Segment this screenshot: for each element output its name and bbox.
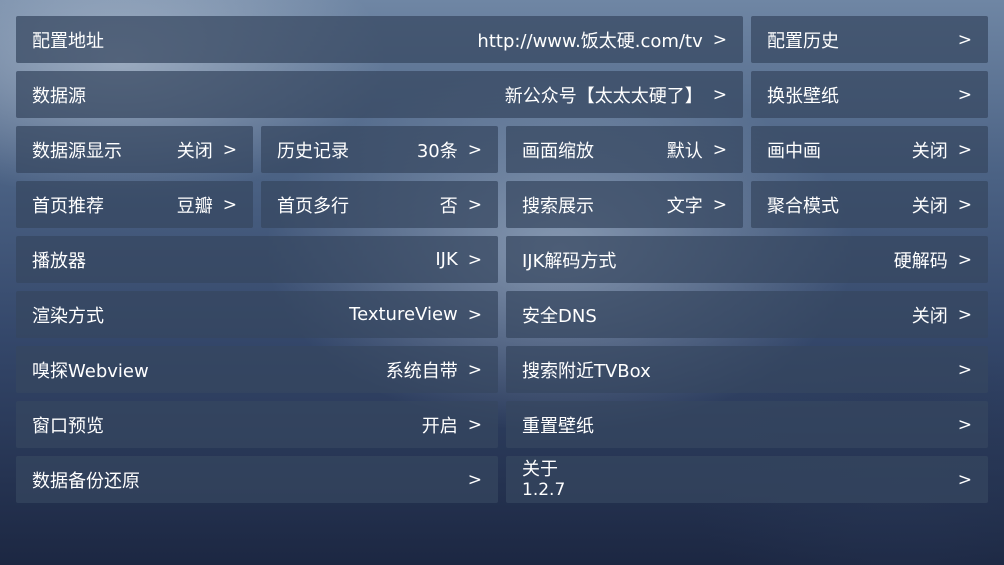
reset-wallpaper-label: 重置壁纸	[522, 415, 594, 437]
ijk-decode-label: IJK解码方式	[522, 250, 617, 272]
scale-item[interactable]: 画面缩放 默认 >	[506, 126, 743, 173]
chevron-right-icon: >	[957, 29, 972, 50]
config-url-value: http://www.饭太硬.com/tv	[477, 30, 703, 52]
player-value: IJK	[435, 249, 458, 270]
chevron-right-icon: >	[957, 249, 972, 270]
home-multiline-value: 否	[439, 195, 458, 217]
chevron-right-icon: >	[957, 469, 972, 490]
about-label: 关于	[522, 458, 558, 480]
window-preview-value: 开启	[421, 415, 458, 437]
chevron-right-icon: >	[467, 469, 482, 490]
config-url-item[interactable]: 配置地址 http://www.饭太硬.com/tv >	[16, 16, 743, 63]
chevron-right-icon: >	[957, 139, 972, 160]
chevron-right-icon: >	[712, 29, 727, 50]
source-display-item[interactable]: 数据源显示 关闭 >	[16, 126, 253, 173]
chevron-right-icon: >	[467, 194, 482, 215]
chevron-right-icon: >	[467, 249, 482, 270]
chevron-right-icon: >	[712, 139, 727, 160]
data-source-item[interactable]: 数据源 新公众号【太太太硬了】 >	[16, 71, 743, 118]
chevron-right-icon: >	[222, 139, 237, 160]
chevron-right-icon: >	[712, 84, 727, 105]
history-value: 30条	[416, 140, 458, 162]
home-recommend-value: 豆瓣	[176, 195, 213, 217]
backup-restore-label: 数据备份还原	[32, 470, 140, 492]
home-multiline-label: 首页多行	[277, 195, 349, 217]
home-recommend-item[interactable]: 首页推荐 豆瓣 >	[16, 181, 253, 228]
chevron-right-icon: >	[467, 414, 482, 435]
sniff-webview-label: 嗅探Webview	[32, 360, 149, 382]
ijk-decode-item[interactable]: IJK解码方式 硬解码 >	[506, 236, 988, 283]
player-item[interactable]: 播放器 IJK >	[16, 236, 498, 283]
config-history-item[interactable]: 配置历史 >	[751, 16, 988, 63]
sniff-webview-item[interactable]: 嗅探Webview 系统自带 >	[16, 346, 498, 393]
search-display-label: 搜索展示	[522, 195, 594, 217]
chevron-right-icon: >	[467, 139, 482, 160]
home-recommend-label: 首页推荐	[32, 195, 104, 217]
about-text: 关于 1.2.7	[522, 459, 565, 501]
render-mode-item[interactable]: 渲染方式 TextureView >	[16, 291, 498, 338]
config-url-label: 配置地址	[32, 30, 104, 52]
aggregate-mode-item[interactable]: 聚合模式 关闭 >	[751, 181, 988, 228]
chevron-right-icon: >	[957, 414, 972, 435]
settings-grid: 配置地址 http://www.饭太硬.com/tv > 配置历史 > 数据源 …	[16, 16, 988, 503]
sniff-webview-value: 系统自带	[385, 360, 458, 382]
chevron-right-icon: >	[957, 359, 972, 380]
chevron-right-icon: >	[957, 84, 972, 105]
search-nearby-item[interactable]: 搜索附近TVBox >	[506, 346, 988, 393]
scale-value: 默认	[666, 140, 703, 162]
history-item[interactable]: 历史记录 30条 >	[261, 126, 498, 173]
about-item[interactable]: 关于 1.2.7 >	[506, 456, 988, 503]
home-multiline-item[interactable]: 首页多行 否 >	[261, 181, 498, 228]
secure-dns-value: 关闭	[911, 305, 948, 327]
config-history-label: 配置历史	[767, 30, 839, 52]
secure-dns-label: 安全DNS	[522, 305, 597, 327]
ijk-decode-value: 硬解码	[893, 250, 948, 272]
change-wallpaper-item[interactable]: 换张壁纸 >	[751, 71, 988, 118]
chevron-right-icon: >	[467, 304, 482, 325]
player-label: 播放器	[32, 250, 86, 272]
data-source-label: 数据源	[32, 85, 86, 107]
backup-restore-item[interactable]: 数据备份还原 >	[16, 456, 498, 503]
render-mode-label: 渲染方式	[32, 305, 104, 327]
render-mode-value: TextureView	[349, 304, 458, 325]
aggregate-mode-value: 关闭	[911, 195, 948, 217]
aggregate-mode-label: 聚合模式	[767, 195, 839, 217]
pip-value: 关闭	[911, 140, 948, 162]
search-nearby-label: 搜索附近TVBox	[522, 360, 651, 382]
app-version: 1.2.7	[522, 479, 566, 500]
window-preview-label: 窗口预览	[32, 415, 104, 437]
reset-wallpaper-item[interactable]: 重置壁纸 >	[506, 401, 988, 448]
pip-label: 画中画	[767, 140, 821, 162]
chevron-right-icon: >	[957, 304, 972, 325]
chevron-right-icon: >	[712, 194, 727, 215]
source-display-label: 数据源显示	[32, 140, 122, 162]
scale-label: 画面缩放	[522, 140, 594, 162]
history-label: 历史记录	[277, 140, 349, 162]
chevron-right-icon: >	[467, 359, 482, 380]
secure-dns-item[interactable]: 安全DNS 关闭 >	[506, 291, 988, 338]
search-display-item[interactable]: 搜索展示 文字 >	[506, 181, 743, 228]
source-display-value: 关闭	[176, 140, 213, 162]
window-preview-item[interactable]: 窗口预览 开启 >	[16, 401, 498, 448]
pip-item[interactable]: 画中画 关闭 >	[751, 126, 988, 173]
chevron-right-icon: >	[222, 194, 237, 215]
change-wallpaper-label: 换张壁纸	[767, 85, 839, 107]
search-display-value: 文字	[666, 195, 703, 217]
chevron-right-icon: >	[957, 194, 972, 215]
data-source-value: 新公众号【太太太硬了】	[504, 85, 703, 107]
